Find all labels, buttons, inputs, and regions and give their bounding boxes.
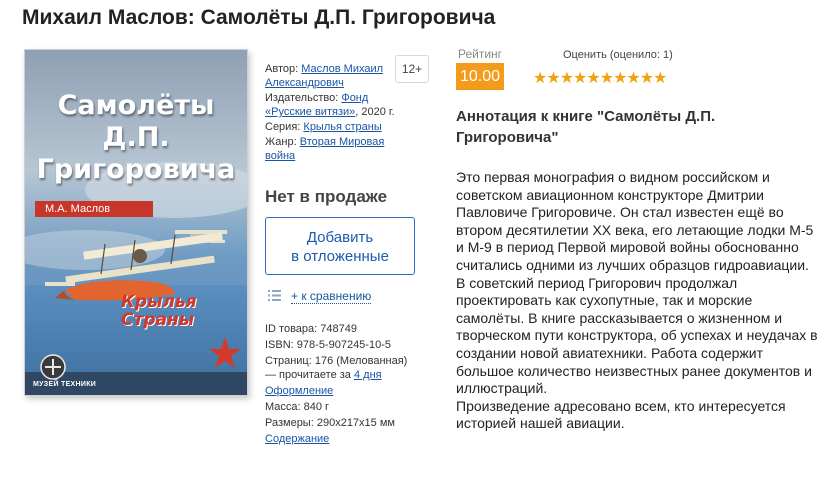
- pages: Страниц: 176 (Мелованная) — прочитаете з…: [265, 355, 408, 381]
- publisher-row: Издательство: Фонд «Русские витязи», 202…: [265, 92, 395, 118]
- cover-title-line1: Самолёты: [57, 90, 215, 121]
- add-to-wishlist-button[interactable]: Добавить в отложенные: [265, 217, 415, 275]
- compare-link[interactable]: + к сравнению: [268, 289, 372, 304]
- book-specs: ID товара: 748749 ISBN: 978-5-907245-10-…: [265, 322, 415, 448]
- page-title: Михаил Маслов: Самолёты Д.П. Григоровича: [22, 6, 496, 29]
- weight: Масса: 840 г: [265, 401, 330, 413]
- book-meta: Автор: Маслов Михаил Александрович Издат…: [265, 62, 401, 164]
- series-link[interactable]: Крылья страны: [303, 121, 381, 133]
- dimensions: Размеры: 290x217x15 мм: [265, 417, 395, 429]
- annotation-paragraph: Это первая монография о видном российско…: [456, 169, 818, 397]
- isbn: ISBN: 978-5-907245-10-5: [265, 339, 391, 351]
- rating-stars[interactable]: ★★★★★★★★★★: [533, 68, 667, 88]
- author-row: Автор: Маслов Михаил Александрович: [265, 63, 384, 89]
- product-id: ID товара: 748749: [265, 323, 357, 335]
- cover-title-line2: Д.П. Григоровича: [36, 122, 236, 185]
- annotation-body: Это первая монография о видном российско…: [456, 169, 818, 433]
- compare-list-icon: [268, 289, 281, 304]
- cover-series: Крылья Страны: [121, 292, 197, 330]
- design-link[interactable]: Оформление: [265, 385, 333, 397]
- annotation-paragraph: Произведение адресовано всем, кто интере…: [456, 397, 786, 432]
- reading-time-link[interactable]: 4 дня: [354, 369, 382, 381]
- genre-row: Жанр: Вторая Мировая война: [265, 136, 385, 162]
- rate-link[interactable]: Оценить (оценило: 1): [563, 49, 673, 61]
- rating-value: 10.00: [456, 63, 504, 90]
- rating-label: Рейтинг: [458, 47, 503, 61]
- compare-link-label[interactable]: + к сравнению: [291, 289, 372, 304]
- availability-status: Нет в продаже: [265, 187, 388, 206]
- book-cover[interactable]: Самолёты Д.П. Григоровича М.А. Маслов Кр…: [24, 49, 248, 396]
- series-row: Серия: Крылья страны: [265, 121, 382, 133]
- cover-publisher-mark: МУЗЕЙ ТЕХНИКИ: [33, 381, 97, 388]
- cover-author: М.А. Маслов: [35, 201, 153, 217]
- annotation-title: Аннотация к книге "Самолёты Д.П. Григоро…: [456, 108, 716, 146]
- museum-emblem-icon: [40, 354, 66, 380]
- contents-link[interactable]: Содержание: [265, 433, 329, 445]
